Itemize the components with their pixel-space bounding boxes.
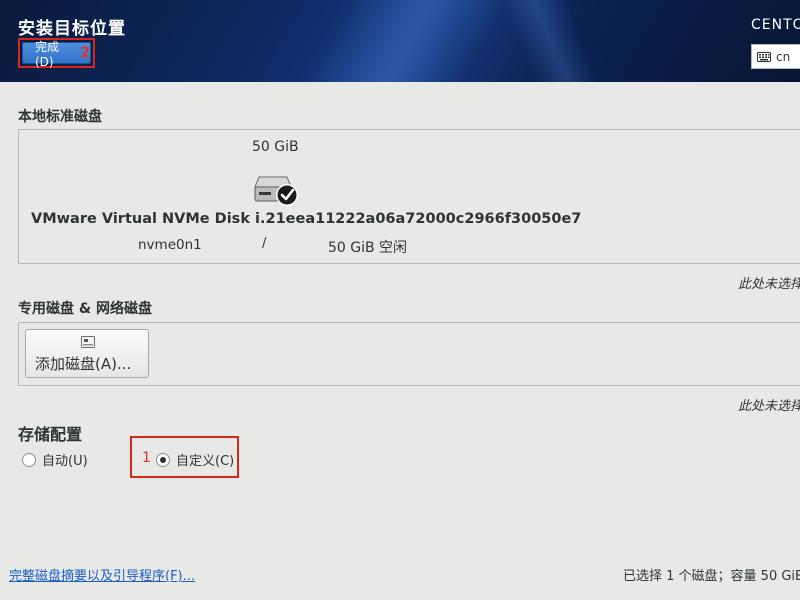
hard-disk-icon <box>254 176 298 206</box>
product-name: CENTO <box>751 17 800 33</box>
header-bar: 安装目标位置 完成(D) 2 CENTO cn <box>0 0 800 82</box>
special-disks-label: 专用磁盘 & 网络磁盘 <box>18 301 152 317</box>
selected-disks-summary: 已选择 1 个磁盘；容量 50 GiB； <box>623 569 800 584</box>
keyboard-layout-label: cn <box>776 49 791 64</box>
disk-add-icon <box>81 336 95 348</box>
step-marker-2: 2 <box>80 45 90 61</box>
add-disk-button-label: 添加磁盘(A)... <box>35 355 132 373</box>
automatic-radio-option[interactable]: 自动(U) <box>22 450 88 469</box>
header-decoration <box>484 0 616 82</box>
disk-device: nvme0n1 <box>138 237 202 253</box>
header-decoration <box>295 0 505 82</box>
page-title: 安装目标位置 <box>18 19 126 39</box>
local-disks-label: 本地标准磁盘 <box>18 109 102 125</box>
local-not-selected-note: 此处未选择 <box>738 277 800 292</box>
automatic-radio-label: 自动(U) <box>42 454 88 469</box>
local-disks-panel <box>18 129 800 264</box>
done-button[interactable]: 完成(D) 2 <box>22 40 91 69</box>
disk-name: VMware Virtual NVMe Disk i.21eea11222a06… <box>31 211 582 227</box>
done-button-label: 完成(D) <box>35 39 60 69</box>
step-marker-1: 1 <box>142 450 151 466</box>
custom-radio-label: 自定义(C) <box>176 454 235 469</box>
custom-radio[interactable] <box>156 452 170 467</box>
keyboard-icon <box>757 51 771 62</box>
disk-mount-point: / <box>262 236 267 251</box>
keyboard-layout-indicator[interactable]: cn <box>751 44 800 69</box>
full-disk-summary-link[interactable]: 完整磁盘摘要以及引导程序(F)... <box>9 565 195 584</box>
add-disk-button[interactable]: 添加磁盘(A)... <box>25 329 149 378</box>
custom-radio-option[interactable]: 自定义(C) <box>156 450 234 469</box>
special-not-selected-note: 此处未选择 <box>738 399 800 414</box>
disk-size: 50 GiB <box>252 139 299 155</box>
automatic-radio[interactable] <box>22 452 36 467</box>
storage-config-title: 存储配置 <box>18 425 83 444</box>
done-highlight-box: 完成(D) 2 <box>18 38 95 69</box>
disk-free-space: 50 GiB 空闲 <box>328 240 408 256</box>
